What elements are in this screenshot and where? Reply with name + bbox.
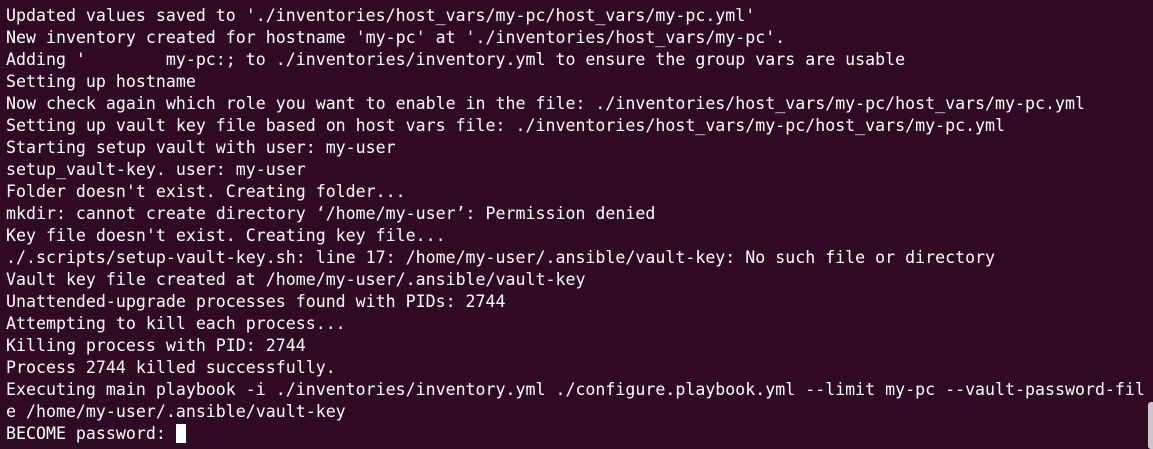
terminal-line: ./.scripts/setup-vault-key.sh: line 17: … bbox=[6, 248, 996, 267]
text-cursor bbox=[175, 424, 186, 443]
terminal-line: Attempting to kill each process... bbox=[6, 314, 346, 333]
terminal-line: Folder doesn't exist. Creating folder... bbox=[6, 182, 406, 201]
password-prompt: BECOME password: bbox=[6, 424, 176, 443]
terminal-line: Starting setup vault with user: my-user bbox=[6, 138, 396, 157]
prompt-line[interactable]: BECOME password: bbox=[6, 423, 1145, 445]
terminal-line: Vault key file created at /home/my-user/… bbox=[6, 270, 586, 289]
terminal-line: Setting up hostname bbox=[6, 72, 196, 91]
terminal-line: mkdir: cannot create directory ‘/home/my… bbox=[6, 204, 656, 223]
terminal-line: New inventory created for hostname 'my-p… bbox=[6, 28, 786, 47]
terminal-output[interactable]: Updated values saved to './inventories/h… bbox=[6, 5, 1145, 445]
terminal-line: Adding ' my-pc:; to ./inventories/invent… bbox=[6, 50, 906, 69]
scrollbar[interactable] bbox=[1148, 402, 1153, 449]
terminal-line: Now check again which role you want to e… bbox=[6, 94, 1085, 113]
terminal-line: Setting up vault key file based on host … bbox=[6, 116, 1006, 135]
terminal-line: Executing main playbook -i ./inventories… bbox=[6, 380, 1145, 399]
terminal-line: Process 2744 killed successfully. bbox=[6, 358, 336, 377]
terminal-line: Updated values saved to './inventories/h… bbox=[6, 6, 756, 25]
terminal-line: e /home/my-user/.ansible/vault-key bbox=[6, 402, 346, 421]
terminal-line: Unattended-upgrade processes found with … bbox=[6, 292, 506, 311]
terminal-line: Key file doesn't exist. Creating key fil… bbox=[6, 226, 446, 245]
terminal-line: Killing process with PID: 2744 bbox=[6, 336, 306, 355]
terminal-line: setup_vault-key. user: my-user bbox=[6, 160, 306, 179]
